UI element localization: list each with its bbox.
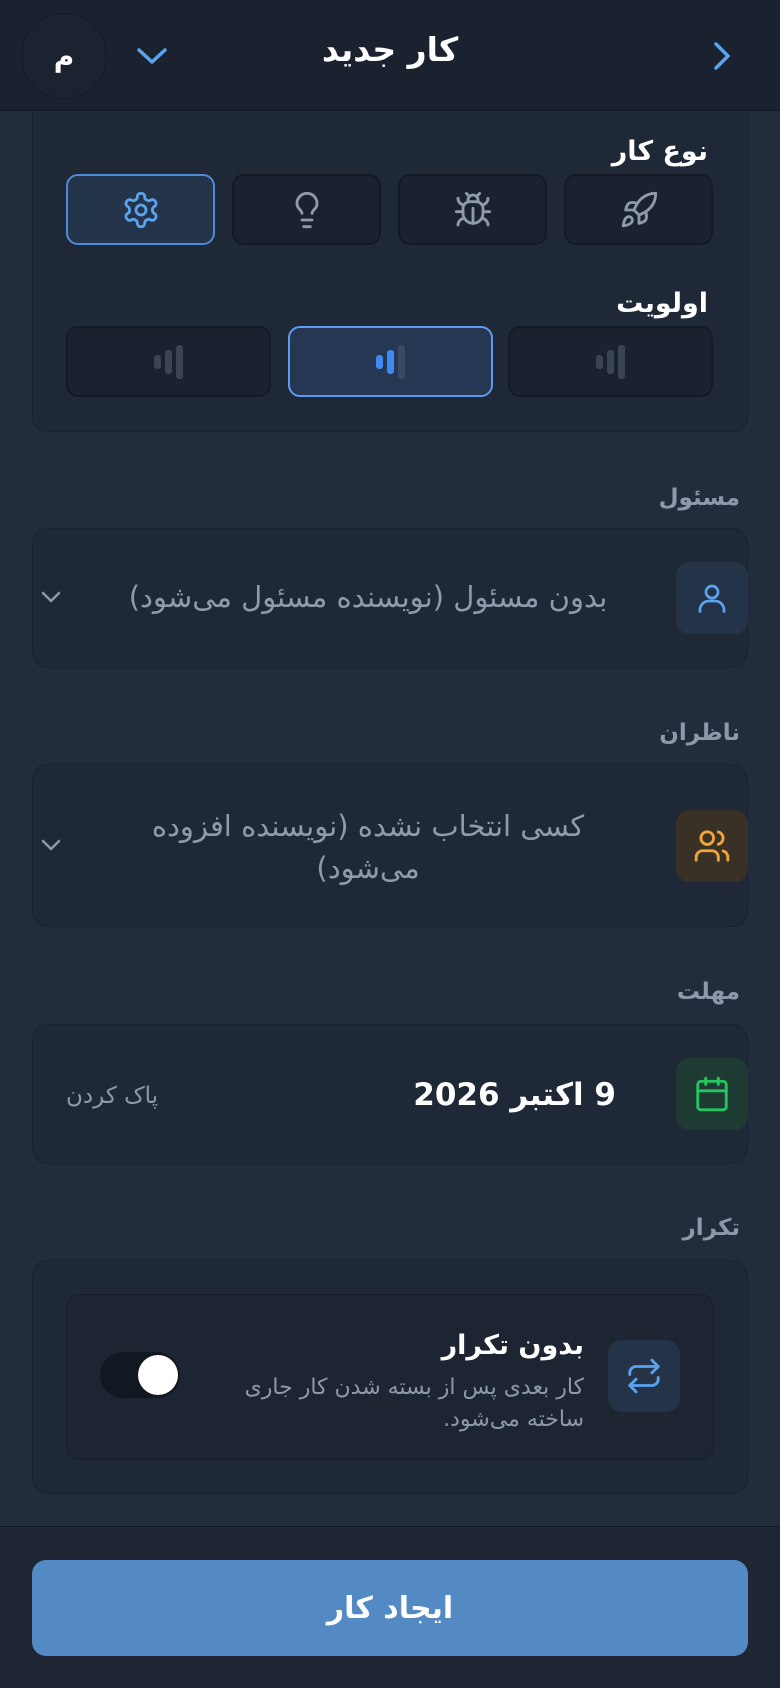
watchers-value: کسی انتخاب نشده (نویسنده افزوده می‌شود) — [151, 809, 585, 886]
watchers-label: ناظران — [659, 720, 740, 746]
priority-option-3-button[interactable] — [66, 326, 271, 397]
priority-heading: اولویت — [616, 288, 708, 319]
calendar-icon — [696, 1076, 728, 1112]
watchers-dropdown[interactable] — [36, 830, 66, 860]
user-icon — [698, 584, 726, 613]
rocket-icon — [621, 191, 657, 227]
assignee-dropdown[interactable] — [36, 582, 66, 612]
assignee-label: مسئول — [658, 485, 740, 511]
deadline-label: مهلت — [676, 979, 740, 1005]
app-header: کار جدید م — [0, 0, 780, 111]
avatar[interactable]: م — [22, 14, 106, 98]
bug-icon — [454, 191, 491, 226]
toggle-knob — [138, 1355, 178, 1395]
priority-bars-icon — [596, 344, 625, 379]
deadline-icon-tile — [676, 1058, 748, 1130]
chevron-down-icon — [41, 839, 61, 851]
lightbulb-icon — [295, 191, 318, 228]
deadline-value: 9 اکتبر 2026 — [413, 1077, 616, 1113]
priority-bars-icon — [154, 344, 183, 379]
users-icon — [694, 830, 730, 862]
task-type-bug-button[interactable] — [398, 174, 547, 245]
clear-deadline-button[interactable]: پاک کردن — [66, 1083, 158, 1109]
create-task-button[interactable]: ایجاد کار — [32, 1560, 748, 1656]
chevron-down-icon — [41, 591, 61, 603]
watchers-icon-tile — [676, 810, 748, 882]
assignee-icon-tile — [676, 562, 748, 634]
page-title: کار جدید — [321, 30, 459, 69]
priority-option-1-button[interactable] — [508, 326, 713, 397]
task-type-heading: نوع کار — [611, 136, 708, 167]
priority-option-2-button[interactable] — [288, 326, 493, 397]
gear-icon — [124, 191, 157, 228]
assignee-value: بدون مسئول (نویسنده مسئول می‌شود) — [128, 580, 608, 614]
repeat-description: کار بعدی پس از بسته شدن کار جاری ساخته م… — [244, 1375, 584, 1432]
task-type-idea-button[interactable] — [232, 174, 381, 245]
repeat-toggle[interactable] — [100, 1352, 180, 1398]
repeat-label: تکرار — [682, 1215, 740, 1241]
repeat-title: بدون تکرار — [441, 1330, 584, 1361]
repeat-icon — [628, 1358, 660, 1394]
task-type-feature-button[interactable] — [564, 174, 713, 245]
task-type-maintenance-button[interactable] — [66, 174, 215, 245]
repeat-icon-tile — [608, 1340, 680, 1412]
priority-bars-icon — [376, 344, 405, 379]
collapse-button[interactable] — [130, 36, 174, 76]
chevron-down-icon — [137, 48, 167, 64]
